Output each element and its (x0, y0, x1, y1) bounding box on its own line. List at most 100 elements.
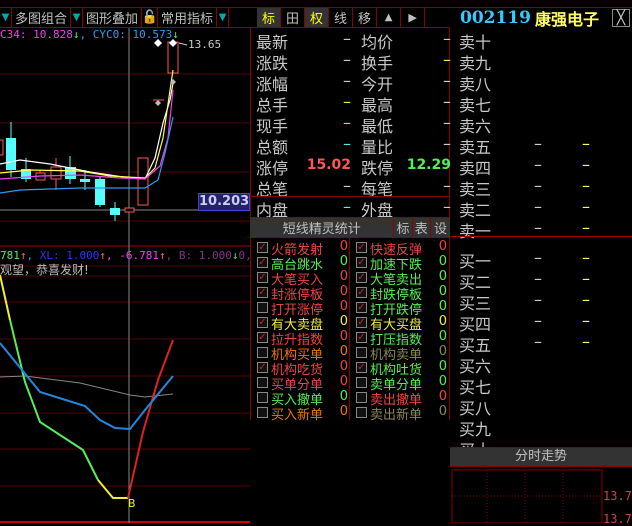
checkbox[interactable]: ✓ (356, 272, 367, 283)
intraday-price-label: 13.74 (603, 489, 632, 503)
checkbox[interactable] (356, 392, 367, 403)
order-price: – (534, 134, 542, 153)
checkbox[interactable] (257, 407, 268, 418)
spirit-item[interactable]: 卖出撤单 0 (350, 389, 450, 408)
spirit-item[interactable]: ✓ 封涨停板 0 (251, 284, 351, 303)
spirit-item[interactable]: 机构卖单 0 (350, 344, 450, 363)
grid-button[interactable]: 田 (281, 8, 306, 27)
checkbox[interactable]: ✓ (356, 362, 367, 373)
move-button[interactable]: 移 (353, 8, 378, 27)
c34-value: C34: 10.828 (0, 28, 73, 41)
indicator-message: 观望，恭喜发财! (0, 263, 89, 277)
spirit-item[interactable]: ✓ 打开跌停 0 (350, 299, 450, 318)
lock-icon[interactable]: 🔓 (141, 8, 159, 27)
collapse-icon[interactable]: ▲ (377, 8, 402, 27)
spirit-table-button[interactable]: 表 (413, 218, 431, 237)
checkbox[interactable] (257, 347, 268, 358)
checkbox[interactable] (356, 407, 367, 418)
checkbox[interactable]: ✓ (356, 257, 367, 268)
order-price: – (534, 248, 542, 267)
play-end-icon[interactable]: ▶ (401, 8, 426, 27)
spirit-item[interactable]: ✓ 有大买盘 0 (350, 314, 450, 333)
spirit-item[interactable]: ✓ 封跌停板 0 (350, 284, 450, 303)
spirit-item[interactable]: ✓ 加速下跌 0 (350, 254, 450, 273)
line-button[interactable]: 线 (329, 8, 354, 27)
order-price: – (534, 176, 542, 195)
order-price: – (534, 218, 542, 237)
quote-row: 总额 – 量比 – (256, 134, 451, 157)
spirit-count: 0 (438, 329, 447, 344)
rights-button[interactable]: 权 (305, 8, 330, 27)
spirit-item[interactable]: 买单分单 0 (251, 374, 351, 393)
order-book-row: 买五 – – (459, 332, 629, 355)
spirit-mark-button[interactable]: 标 (394, 218, 413, 237)
checkbox[interactable]: ✓ (356, 287, 367, 298)
common-indicators-button[interactable]: 常用指标 (158, 8, 218, 27)
indicators-dropdown-icon[interactable]: ▼ (217, 8, 230, 27)
checkbox[interactable]: ✓ (257, 332, 268, 343)
candle (124, 207, 135, 213)
order-volume: – (582, 155, 590, 174)
checkbox[interactable]: ✓ (356, 302, 367, 313)
checkbox[interactable] (257, 377, 268, 388)
dropdown-arrow-icon[interactable]: ▼ (0, 8, 12, 27)
spirit-item[interactable]: 买入撤单 0 (251, 389, 351, 408)
spirit-settings-button[interactable]: 设 (431, 218, 450, 237)
checkbox[interactable]: ✓ (356, 317, 367, 328)
checkbox[interactable]: ✓ (257, 317, 268, 328)
quote-row: 总手 – 最高 – (256, 92, 451, 115)
quote-row: 涨跌 – 换手 – (256, 50, 451, 73)
spirit-item[interactable]: ✓ 大笔卖出 0 (350, 269, 450, 288)
quote-row: 总笔 – 每笔 – (256, 176, 451, 199)
spirit-title[interactable]: 短线精灵统计 (250, 218, 395, 237)
checkbox[interactable] (257, 392, 268, 403)
checkbox[interactable]: ✓ (257, 287, 268, 298)
spirit-count: 0 (339, 329, 348, 344)
quote-value: – (343, 50, 351, 69)
mark-button[interactable]: 标 (257, 8, 282, 27)
spirit-item[interactable]: ✓ 打压指数 0 (350, 329, 450, 348)
main-legend: C34: 10.828↓, CYC0: 10.573↓ (0, 28, 179, 41)
spirit-item[interactable]: ✓ 快速反弹 0 (350, 239, 450, 258)
order-price: – (534, 311, 542, 330)
spirit-item[interactable]: 机构买单 0 (251, 344, 351, 363)
order-book-row: 卖二 – – (459, 197, 629, 220)
checkbox[interactable]: ✓ (257, 242, 268, 253)
spirit-item[interactable]: ✓ 大笔买入 0 (251, 269, 351, 288)
checkbox[interactable]: ✓ (257, 272, 268, 283)
order-book-row: 卖九 (459, 50, 629, 73)
checkbox[interactable]: ✓ (257, 362, 268, 373)
multi-combo-button[interactable]: 多图组合 (12, 8, 72, 27)
spirit-item[interactable]: ✓ 有大卖盘 0 (251, 314, 351, 333)
quote-value: – (343, 134, 351, 153)
order-volume: – (582, 218, 590, 237)
checkbox[interactable]: ✓ (257, 257, 268, 268)
spirit-count: 0 (438, 299, 447, 314)
spirit-item[interactable]: ✓ 火箭发射 0 (251, 239, 351, 258)
checkbox[interactable]: ✓ (356, 242, 367, 253)
multi-combo-dropdown-icon[interactable]: ▼ (71, 8, 84, 27)
order-book-row: 卖七 (459, 92, 629, 115)
spirit-item[interactable]: 卖出新单 0 (350, 404, 450, 423)
checkbox[interactable] (356, 347, 367, 358)
close-icon[interactable]: ╳ (612, 9, 630, 27)
shape-overlay-button[interactable]: 图形叠加 (83, 8, 143, 27)
intraday-tab[interactable]: 分时走势 (450, 447, 632, 467)
spirit-item[interactable]: ✓ 机构吃货 0 (251, 359, 351, 378)
spirit-item[interactable]: 买入新单 0 (251, 404, 351, 423)
spirit-item[interactable]: 卖单分单 0 (350, 374, 450, 393)
order-book-row: 买八 (459, 395, 629, 418)
checkbox[interactable] (356, 377, 367, 388)
spirit-item[interactable]: ✓ 机构吐货 0 (350, 359, 450, 378)
order-volume: – (582, 248, 590, 267)
checkbox[interactable] (257, 302, 268, 313)
order-volume: – (582, 176, 590, 195)
order-book-row: 买一 – – (459, 248, 629, 271)
order-price: – (534, 269, 542, 288)
spirit-count: 0 (339, 389, 348, 404)
spirit-item[interactable]: ✓ 拉升指数 0 (251, 329, 351, 348)
spirit-item[interactable]: ✓ 高台跳水 0 (251, 254, 351, 273)
checkbox[interactable]: ✓ (356, 332, 367, 343)
spirit-item[interactable]: 打开涨停 0 (251, 299, 351, 318)
order-book-row: 卖八 (459, 71, 629, 94)
